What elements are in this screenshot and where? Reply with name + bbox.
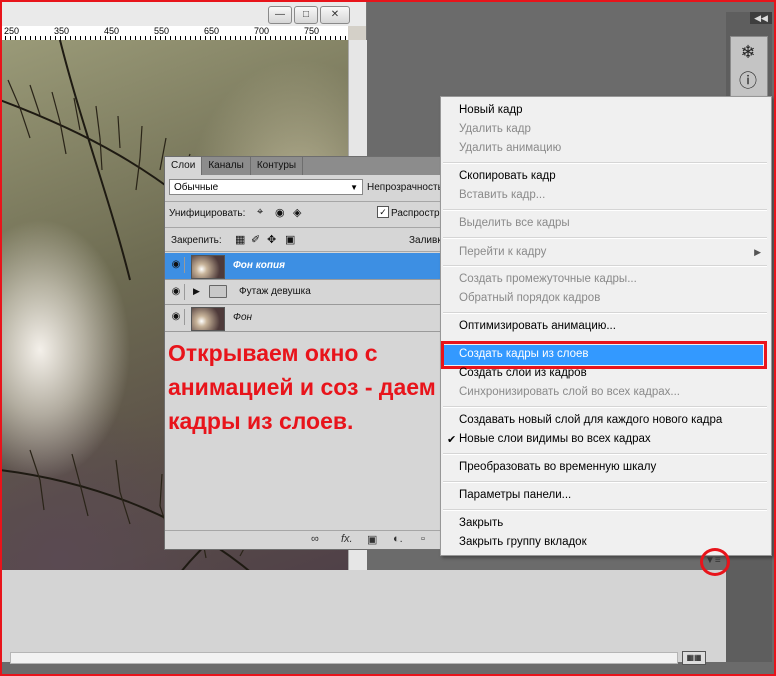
layer-row[interactable]: ◉ Фон [165, 305, 445, 332]
menu-item-match-layer[interactable]: Синхронизировать слой во всех кадрах... [459, 386, 680, 398]
collapse-panels-button[interactable]: ◀◀ [750, 12, 772, 24]
lock-all-icon[interactable]: ▣ [285, 233, 295, 246]
menu-divider [443, 406, 767, 408]
annotation-highlight-box [441, 341, 767, 369]
menu-item-tween[interactable]: Создать промежуточные кадры... [459, 273, 637, 285]
info-icon[interactable]: ⓘ [737, 69, 759, 91]
menu-item-flatten-frames-into-layers[interactable]: Создать слои из кадров [459, 367, 587, 379]
layer-thumbnail [191, 255, 225, 279]
menu-item-convert-to-timeline[interactable]: Преобразовать во временную шкалу [459, 461, 656, 473]
ruler-tick: 650 [204, 26, 220, 36]
menu-item-select-all-frames[interactable]: Выделить все кадры [459, 217, 570, 229]
menu-item-new-frame[interactable]: Новый кадр [459, 104, 522, 116]
menu-item-copy-frame[interactable]: Скопировать кадр [459, 170, 556, 182]
menu-item-reverse-frames[interactable]: Обратный порядок кадров [459, 292, 600, 304]
unify-label: Унифицировать: [169, 208, 246, 219]
close-button[interactable]: ✕ [320, 6, 350, 24]
lock-label: Закрепить: [171, 235, 222, 246]
propagate-checkbox[interactable]: ✓ [377, 206, 389, 218]
panel-footer: ∞ fx. ▣ ◐. ▫ [165, 530, 445, 549]
lock-position-move-icon[interactable]: ✥ [267, 233, 276, 246]
eye-icon[interactable]: ◉ [168, 284, 185, 300]
lock-pixels-brush-icon[interactable]: ✐ [251, 233, 260, 246]
expand-arrow-icon[interactable]: ▶ [193, 286, 200, 297]
menu-divider [443, 237, 767, 239]
divider [165, 251, 445, 252]
layer-name: Футаж девушка [239, 286, 311, 297]
window-titlebar: — □ ✕ [0, 0, 366, 26]
workspace-background [0, 570, 726, 662]
menu-item-close[interactable]: Закрыть [459, 517, 503, 529]
menu-item-delete-animation[interactable]: Удалить анимацию [459, 142, 561, 154]
menu-divider [443, 481, 767, 483]
annotation-circle [700, 548, 730, 576]
propagate-label: Распростр [391, 208, 440, 219]
menu-divider [443, 265, 767, 267]
menu-item-delete-frame[interactable]: Удалить кадр [459, 123, 531, 135]
chevron-down-icon: ▼ [350, 183, 358, 192]
opacity-label: Непрозрачность [367, 182, 443, 193]
eye-icon[interactable]: ◉ [168, 309, 185, 325]
navigator-icon[interactable]: ❄ [737, 41, 759, 63]
maximize-button[interactable]: □ [294, 6, 318, 24]
animation-panel-menu: Новый кадр Удалить кадр Удалить анимацию… [440, 96, 772, 556]
unify-visibility-icon[interactable]: ◉ [275, 206, 285, 219]
layer-name: Фон [233, 312, 253, 323]
divider [165, 227, 445, 228]
menu-divider [443, 312, 767, 314]
menu-divider [443, 453, 767, 455]
layer-row[interactable]: ◉ Фон копия [165, 253, 445, 280]
check-icon: ✔ [447, 434, 457, 446]
blend-mode-select[interactable]: Обычные ▼ [169, 179, 363, 195]
menu-divider [443, 209, 767, 211]
adjustment-icon[interactable]: ◐. [393, 533, 403, 545]
ruler-tick: 350 [54, 26, 70, 36]
unify-position-icon[interactable]: ⌖ [257, 206, 263, 219]
mask-icon[interactable]: ▣ [367, 533, 377, 546]
horizontal-scrollbar[interactable] [10, 652, 678, 664]
menu-item-go-to-frame[interactable]: Перейти к кадру [459, 246, 546, 258]
layer-group-row[interactable]: ◉ ▶ Футаж девушка [165, 280, 445, 305]
ruler-tick: 250 [4, 26, 20, 36]
menu-item-panel-options[interactable]: Параметры панели... [459, 489, 571, 501]
fx-icon[interactable]: fx. [341, 533, 353, 545]
folder-new-icon[interactable]: ▫ [421, 533, 425, 545]
menu-divider [443, 509, 767, 511]
ruler-tick: 700 [254, 26, 270, 36]
ruler-tick: 450 [104, 26, 120, 36]
layer-name: Фон копия [233, 260, 286, 271]
divider [165, 201, 445, 202]
ruler-tick: 550 [154, 26, 170, 36]
icon-dock: ❄ ⓘ [730, 36, 768, 98]
horizontal-ruler: 250 350 450 550 650 700 750 [0, 26, 348, 41]
menu-item-close-tab-group[interactable]: Закрыть группу вкладок [459, 536, 587, 548]
link-icon[interactable]: ∞ [311, 533, 319, 545]
menu-item-create-new-layer-each-frame[interactable]: Создавать новый слой для каждого нового … [459, 414, 722, 426]
ruler-tick: 750 [304, 26, 320, 36]
blend-mode-value: Обычные [174, 182, 219, 193]
eye-icon[interactable]: ◉ [168, 257, 185, 273]
minimize-button[interactable]: — [268, 6, 292, 24]
layer-thumbnail [191, 307, 225, 331]
fill-label: Заливк [409, 235, 442, 246]
tab-layers[interactable]: Слои [165, 157, 203, 175]
unify-style-icon[interactable]: ◈ [293, 206, 301, 219]
status-panel-icon[interactable]: ▦▦ [682, 651, 706, 665]
instruction-annotation: Открываем окно с анимацией и соз - даем … [168, 340, 436, 434]
panel-tabs: Слои Каналы Контуры [165, 157, 445, 175]
folder-icon [209, 285, 227, 298]
lock-transparency-icon[interactable]: ▦ [235, 233, 245, 246]
submenu-arrow-icon: ▶ [754, 247, 761, 257]
menu-item-paste-frame[interactable]: Вставить кадр... [459, 189, 545, 201]
tab-paths[interactable]: Контуры [251, 157, 304, 175]
menu-item-optimize-animation[interactable]: Оптимизировать анимацию... [459, 320, 616, 332]
menu-item-new-layers-visible[interactable]: Новые слои видимы во всех кадрах [459, 433, 651, 445]
menu-divider [443, 162, 767, 164]
tab-channels[interactable]: Каналы [202, 157, 251, 175]
